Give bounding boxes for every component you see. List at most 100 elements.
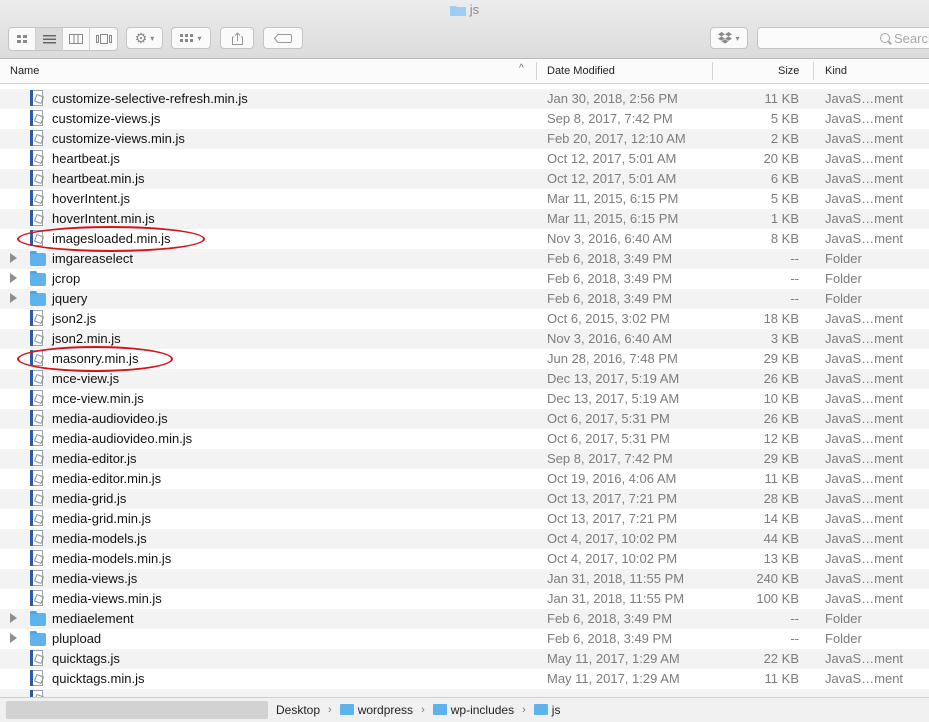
file-name: media-views.min.js [52, 591, 162, 606]
search-placeholder: Search [894, 31, 929, 46]
file-kind: JavaS…ment [825, 591, 904, 606]
file-row[interactable]: media-audiovideo.min.js Oct 6, 2017, 5:31… [0, 429, 929, 449]
file-row[interactable]: heartbeat.js Oct 12, 2017, 5:01 AM 20 KB Ja… [0, 149, 929, 169]
share-button[interactable] [220, 27, 254, 49]
file-row[interactable]: mce-view.js Dec 13, 2017, 5:19 AM 26 KB Jav… [0, 369, 929, 389]
file-name: media-audiovideo.js [52, 411, 168, 426]
view-mode-segmented [8, 27, 118, 51]
js-file-icon [30, 190, 46, 208]
folder-row[interactable]: imgareaselect Feb 6, 2018, 3:49 PM -- Folde… [0, 249, 929, 269]
breadcrumb-item[interactable]: Desktop [276, 703, 320, 717]
file-kind: JavaS…ment [825, 371, 904, 386]
dropbox-menu-button[interactable]: ▾ [710, 27, 748, 49]
disclosure-triangle-icon[interactable] [10, 273, 17, 283]
folder-icon [339, 704, 354, 715]
file-row[interactable]: media-grid.min.js Oct 13, 2017, 7:21 PM 14… [0, 509, 929, 529]
file-row[interactable]: media-editor.js Sep 8, 2017, 7:42 PM 29 KB… [0, 449, 929, 469]
file-name: media-audiovideo.min.js [52, 431, 193, 446]
gear-icon: ⚙ [134, 29, 148, 46]
file-row[interactable]: heartbeat.min.js Oct 12, 2017, 5:01 AM 6 K… [0, 169, 929, 189]
file-size: 14 KB [763, 511, 799, 526]
folder-row[interactable]: jcrop Feb 6, 2018, 3:49 PM -- Folder [0, 269, 929, 289]
file-kind: Folder [825, 291, 862, 306]
file-row[interactable]: quicktags.js May 11, 2017, 1:29 AM 22 KB Ja… [0, 649, 929, 669]
file-date-modified: Nov 3, 2016, 6:40 AM [547, 331, 673, 346]
file-row[interactable]: media-models.js Oct 4, 2017, 10:02 PM 44 K… [0, 529, 929, 549]
folder-icon [30, 290, 46, 308]
folder-row[interactable]: plupload Feb 6, 2018, 3:49 PM -- Folder [0, 629, 929, 649]
edit-tags-button[interactable] [263, 27, 303, 49]
file-row[interactable]: customize-views.js Sep 8, 2017, 7:42 PM 5 … [0, 109, 929, 129]
file-row[interactable]: media-views.min.js Jan 31, 2018, 11:55 PM… [0, 589, 929, 609]
js-file-icon [30, 590, 46, 608]
folder-icon [533, 704, 548, 715]
column-size-header[interactable]: Size [778, 65, 799, 77]
column-separator[interactable] [712, 62, 713, 80]
file-name: hoverIntent.js [52, 191, 131, 206]
folder-row[interactable]: jquery Feb 6, 2018, 3:49 PM -- Folder [0, 289, 929, 309]
file-date-modified: Oct 19, 2016, 4:06 AM [547, 471, 677, 486]
disclosure-triangle-icon[interactable] [10, 293, 17, 303]
file-row[interactable]: media-grid.js Oct 13, 2017, 7:21 PM 28 KB J… [0, 489, 929, 509]
list-view-button[interactable] [36, 28, 63, 50]
folder-icon [449, 6, 466, 16]
file-size: -- [790, 631, 799, 646]
file-date-modified: Feb 6, 2018, 3:49 PM [547, 251, 673, 266]
js-file-icon [30, 90, 46, 108]
column-separator[interactable] [813, 62, 814, 80]
file-row[interactable]: quicktags.min.js May 11, 2017, 1:29 AM 11 … [0, 669, 929, 689]
file-date-modified: Oct 13, 2017, 7:21 PM [547, 491, 678, 506]
file-date-modified: Mar 11, 2015, 6:15 PM [547, 191, 679, 206]
file-row[interactable]: json2.min.js Nov 3, 2016, 6:40 AM 3 KB Java… [0, 329, 929, 349]
disclosure-triangle-icon[interactable] [10, 613, 17, 623]
file-date-modified: Sep 8, 2017, 7:42 PM [547, 111, 673, 126]
action-menu-button[interactable]: ⚙ ▾ [126, 27, 163, 49]
breadcrumb-item[interactable]: wordpress [339, 703, 413, 717]
file-name: jquery [52, 291, 88, 306]
column-name-header[interactable]: Name [10, 65, 39, 77]
annotation-circle-masonry [17, 346, 173, 372]
disclosure-triangle-icon[interactable] [10, 253, 17, 263]
js-file-icon [30, 390, 46, 408]
icon-view-button[interactable] [9, 28, 36, 50]
file-date-modified: Feb 6, 2018, 3:49 PM [547, 291, 673, 306]
file-row[interactable]: media-views.js Jan 31, 2018, 11:55 PM 240 … [0, 569, 929, 589]
file-list[interactable]: customize-selective-refresh.min.js Jan 30… [0, 83, 929, 697]
window-toolbar: js ⚙ ▾ ▾ ▾ Searc [0, 0, 929, 59]
column-view-button[interactable] [63, 28, 90, 50]
js-file-icon [30, 170, 46, 188]
breadcrumb-item[interactable]: wp-includes [432, 703, 514, 717]
folder-icon [30, 630, 46, 648]
search-field[interactable]: Search [757, 27, 929, 49]
js-file-icon [30, 470, 46, 488]
file-size: -- [790, 611, 799, 626]
file-row[interactable]: customize-selective-refresh.min.js Jan 30… [0, 89, 929, 109]
file-row[interactable]: json2.js Oct 6, 2015, 3:02 PM 18 KB JavaS…m… [0, 309, 929, 329]
column-separator[interactable] [536, 62, 537, 80]
search-icon [880, 33, 890, 43]
file-date-modified: May 11, 2017, 1:29 AM [547, 671, 680, 686]
file-row[interactable]: hoverIntent.js Mar 11, 2015, 6:15 PM 5 KB J… [0, 189, 929, 209]
cover-flow-button[interactable] [90, 28, 117, 50]
folder-row[interactable]: mediaelement Feb 6, 2018, 3:49 PM -- Folder [0, 609, 929, 629]
column-view-icon [69, 34, 83, 44]
file-row[interactable]: mce-view.min.js Dec 13, 2017, 5:19 AM 10 K… [0, 389, 929, 409]
arrange-menu-button[interactable]: ▾ [171, 27, 211, 49]
file-date-modified: Oct 4, 2017, 10:02 PM [547, 531, 678, 546]
file-kind: JavaS…ment [825, 671, 904, 686]
file-kind: JavaS…ment [825, 351, 904, 366]
file-size: 44 KB [763, 531, 799, 546]
file-row[interactable]: media-models.min.js Oct 4, 2017, 10:02 PM… [0, 549, 929, 569]
icon-view-icon [16, 34, 27, 43]
file-row[interactable]: media-audiovideo.js Oct 6, 2017, 5:31 PM 2… [0, 409, 929, 429]
file-row[interactable]: customize-views.min.js Feb 20, 2017, 12:1… [0, 129, 929, 149]
file-row[interactable]: media-editor.min.js Oct 19, 2016, 4:06 AM… [0, 469, 929, 489]
file-kind: JavaS…ment [825, 431, 904, 446]
redacted-area [6, 701, 268, 719]
js-file-icon [30, 550, 46, 568]
breadcrumb-item[interactable]: js [533, 703, 560, 717]
grid-arrange-icon [180, 33, 194, 42]
column-date-header[interactable]: Date Modified [547, 65, 615, 77]
column-kind-header[interactable]: Kind [825, 65, 847, 77]
disclosure-triangle-icon[interactable] [10, 633, 17, 643]
